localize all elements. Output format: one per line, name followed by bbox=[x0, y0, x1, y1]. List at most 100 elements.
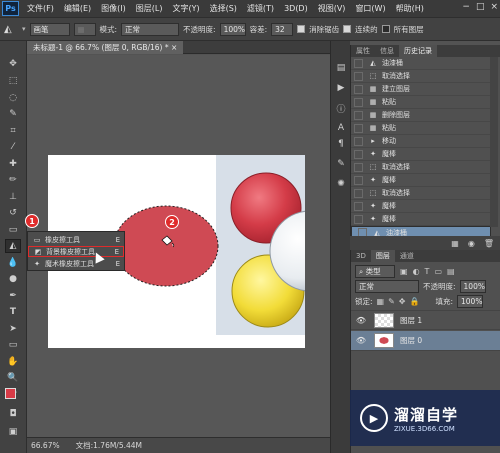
layer-opacity-input[interactable]: 100% bbox=[459, 280, 486, 293]
dodge-tool-icon[interactable]: ● bbox=[5, 272, 21, 286]
zoom-tool-icon[interactable]: 🔍 bbox=[5, 371, 21, 385]
flyout-item-magic-eraser[interactable]: ✦ 魔术橡皮擦工具 E bbox=[28, 258, 124, 269]
eyedropper-tool-icon[interactable]: ⁄ bbox=[5, 140, 21, 154]
snapshot-checkbox[interactable] bbox=[354, 175, 363, 185]
opacity-input[interactable]: 100% bbox=[219, 22, 246, 36]
document-tab[interactable]: 未标题-1 @ 66.7% (图层 0, RGB/16) * × bbox=[27, 41, 184, 54]
history-item[interactable]: ✦ 魔棒 bbox=[351, 148, 491, 161]
crop-tool-icon[interactable]: ⌗ bbox=[5, 124, 21, 138]
menu-window[interactable]: 窗口(W) bbox=[350, 3, 390, 14]
history-scrollbar[interactable] bbox=[490, 57, 498, 227]
eye-icon[interactable]: 👁 bbox=[354, 316, 368, 325]
layer-row[interactable]: 👁 图层 1 bbox=[351, 310, 500, 330]
layer-name[interactable]: 图层 0 bbox=[400, 335, 422, 346]
lock-position-icon[interactable]: ✥ bbox=[399, 297, 406, 306]
trash-icon[interactable]: 🗑 bbox=[484, 239, 494, 248]
snapshot-checkbox[interactable] bbox=[354, 149, 363, 159]
snapshot-checkbox[interactable] bbox=[354, 110, 363, 120]
fill-source-select[interactable]: 画笔 bbox=[29, 22, 70, 36]
snapshot-checkbox[interactable] bbox=[354, 162, 363, 172]
quick-select-tool-icon[interactable]: ✎ bbox=[5, 107, 21, 121]
mode-select[interactable]: 正常 bbox=[121, 22, 180, 36]
move-tool-icon[interactable]: ✥ bbox=[5, 57, 21, 71]
history-brush-tool-icon[interactable]: ↺ bbox=[5, 206, 21, 220]
quick-mask-icon[interactable]: ◘ bbox=[5, 407, 21, 421]
history-item[interactable]: ▸ 移动 bbox=[351, 135, 491, 148]
history-item[interactable]: ▦ 粘贴 bbox=[351, 96, 491, 109]
fill-input[interactable]: 100% bbox=[457, 295, 483, 308]
history-item[interactable]: ✦ 魔棒 bbox=[351, 174, 491, 187]
snapshot-checkbox[interactable] bbox=[354, 71, 363, 81]
filter-pixel-icon[interactable]: ▣ bbox=[400, 267, 408, 276]
lock-all-icon[interactable]: 🔒 bbox=[410, 297, 420, 306]
snapshot-checkbox[interactable] bbox=[354, 201, 363, 211]
maximize-button[interactable]: □ bbox=[476, 2, 485, 12]
tab-history[interactable]: 历史记录 bbox=[399, 45, 437, 57]
clone-stamp-tool-icon[interactable]: ⊥ bbox=[5, 190, 21, 204]
close-button[interactable]: × bbox=[490, 2, 498, 12]
menu-file[interactable]: 文件(F) bbox=[22, 3, 59, 14]
screen-mode-icon[interactable]: ▣ bbox=[5, 425, 21, 439]
flyout-item-background-eraser[interactable]: ◩ 背景橡皮擦工具 E bbox=[28, 246, 124, 257]
menu-edit[interactable]: 编辑(E) bbox=[59, 3, 96, 14]
tolerance-input[interactable]: 32 bbox=[271, 22, 294, 36]
snapshot-checkbox[interactable] bbox=[354, 136, 363, 146]
brush-tool-icon[interactable]: ✏ bbox=[5, 173, 21, 187]
paragraph-panel-icon[interactable]: ¶ bbox=[334, 137, 348, 151]
tool-presets-icon[interactable]: ✎ bbox=[334, 157, 348, 171]
pen-tool-icon[interactable]: ✒ bbox=[5, 289, 21, 303]
eye-icon[interactable]: 👁 bbox=[354, 336, 368, 345]
contiguous-checkbox[interactable] bbox=[343, 25, 352, 33]
tab-info[interactable]: 信息 bbox=[375, 45, 399, 57]
antialias-checkbox[interactable] bbox=[297, 25, 306, 33]
history-item[interactable]: ▦ 粘贴 bbox=[351, 122, 491, 135]
marquee-tool-icon[interactable]: ⬚ bbox=[5, 74, 21, 88]
new-document-from-state-icon[interactable]: ▦ bbox=[451, 239, 459, 248]
paint-bucket-tool-icon[interactable]: ◭ bbox=[5, 239, 21, 253]
layer-name[interactable]: 图层 1 bbox=[400, 315, 422, 326]
snapshot-checkbox[interactable] bbox=[354, 97, 363, 107]
lock-image-icon[interactable]: ✎ bbox=[388, 297, 395, 306]
menu-layer[interactable]: 图层(L) bbox=[131, 3, 168, 14]
history-item[interactable]: ▦ 建立图层 bbox=[351, 83, 491, 96]
pattern-picker[interactable]: ▦ bbox=[73, 22, 96, 36]
menu-3d[interactable]: 3D(D) bbox=[279, 4, 313, 13]
menu-view[interactable]: 视图(V) bbox=[313, 3, 351, 14]
history-panel-icon[interactable]: ▤ bbox=[334, 61, 348, 75]
history-item[interactable]: ✦ 魔棒 bbox=[351, 213, 491, 226]
flyout-item-eraser[interactable]: ▭ 橡皮擦工具 E bbox=[28, 234, 124, 245]
filter-type-icon[interactable]: T bbox=[425, 267, 430, 276]
snapshot-checkbox[interactable] bbox=[354, 84, 363, 94]
lock-transparent-icon[interactable]: ▦ bbox=[377, 297, 385, 306]
layer-filter-select[interactable]: ⌕ 类型 bbox=[355, 265, 395, 278]
tab-properties[interactable]: 属性 bbox=[351, 45, 375, 57]
healing-brush-tool-icon[interactable]: ✚ bbox=[5, 157, 21, 171]
hand-tool-icon[interactable]: ✋ bbox=[5, 355, 21, 369]
shape-tool-icon[interactable]: ▭ bbox=[5, 338, 21, 352]
foreground-color-swatch[interactable] bbox=[5, 388, 16, 399]
tool-preset-arrow-icon[interactable]: ▾ bbox=[22, 25, 26, 33]
snapshot-checkbox[interactable] bbox=[354, 58, 363, 68]
info-panel-icon[interactable]: ⓘ bbox=[334, 101, 348, 115]
filter-adjustment-icon[interactable]: ◐ bbox=[413, 267, 420, 276]
layer-row-active[interactable]: 👁 图层 0 bbox=[351, 331, 500, 351]
snapshot-camera-icon[interactable]: ◉ bbox=[468, 239, 475, 248]
minimize-button[interactable]: − bbox=[462, 2, 470, 12]
menu-select[interactable]: 选择(S) bbox=[205, 3, 242, 14]
filter-shape-icon[interactable]: ▭ bbox=[434, 267, 442, 276]
tab-channels[interactable]: 通道 bbox=[395, 250, 419, 262]
history-item[interactable]: ⬚ 取消选择 bbox=[351, 161, 491, 174]
history-item[interactable]: ⬚ 取消选择 bbox=[351, 187, 491, 200]
menu-type[interactable]: 文字(Y) bbox=[167, 3, 204, 14]
type-tool-icon[interactable]: T bbox=[5, 305, 21, 319]
snapshot-checkbox[interactable] bbox=[354, 188, 363, 198]
tab-layers[interactable]: 图层 bbox=[370, 250, 395, 262]
character-panel-icon[interactable]: A bbox=[334, 121, 348, 135]
blur-tool-icon[interactable]: 💧 bbox=[5, 256, 21, 270]
menu-filter[interactable]: 滤镜(T) bbox=[242, 3, 279, 14]
history-item[interactable]: ▦ 删除图层 bbox=[351, 109, 491, 122]
lasso-tool-icon[interactable]: ◌ bbox=[5, 91, 21, 105]
zoom-level[interactable]: 66.67% bbox=[31, 441, 60, 450]
snapshot-checkbox[interactable] bbox=[354, 123, 363, 133]
brush-panel-icon[interactable]: ✺ bbox=[334, 177, 348, 191]
